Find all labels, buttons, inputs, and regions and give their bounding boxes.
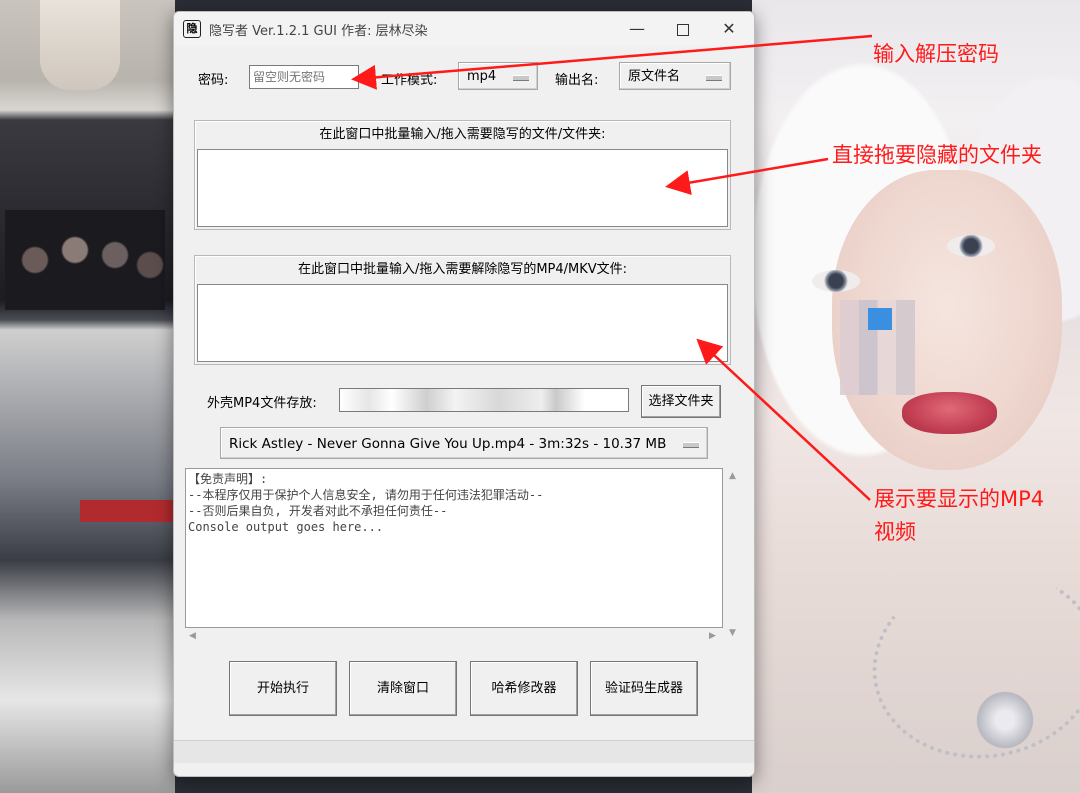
arrow-to-hide-panel [665,157,829,195]
arrow-to-password [351,34,873,90]
arrow-to-video [696,338,871,501]
annotation-arrows [351,34,873,501]
